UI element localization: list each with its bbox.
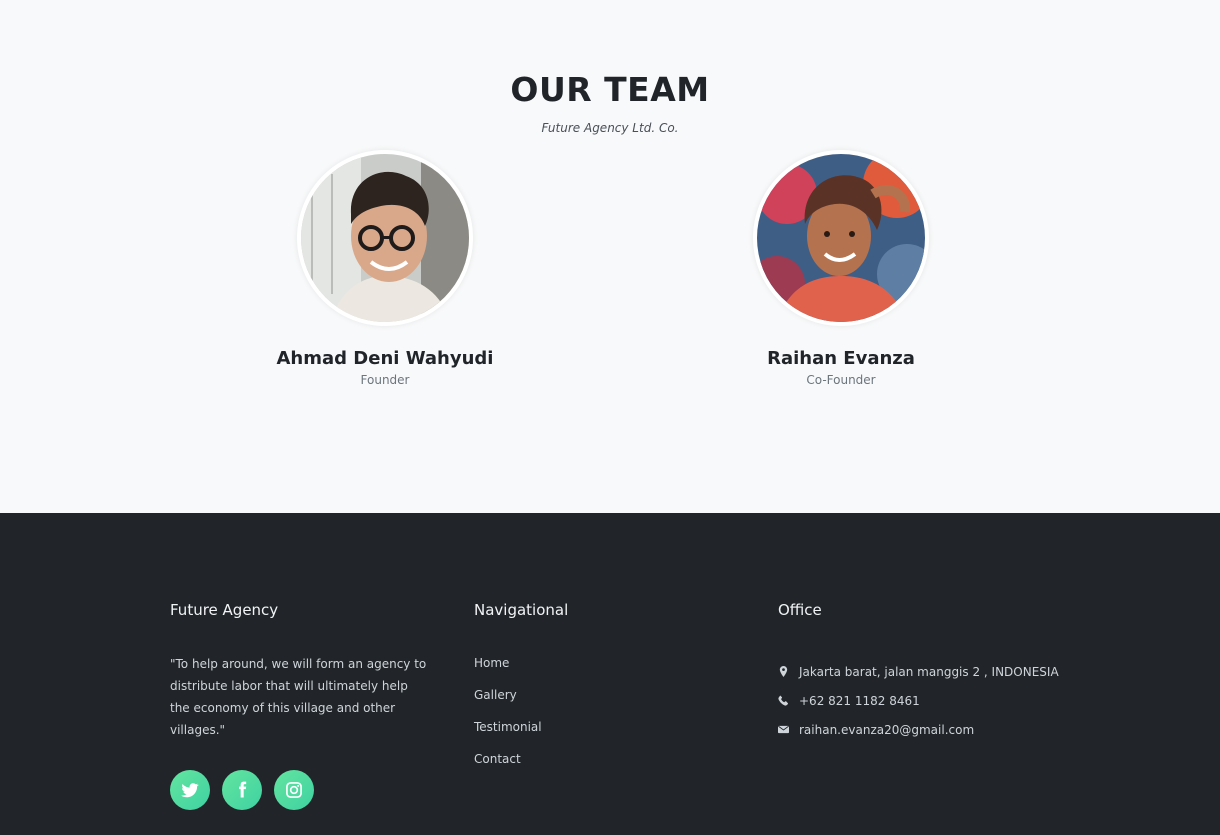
footer-about-column: Future Agency "To help around, we will f… [170,601,460,741]
footer-nav-title: Navigational [474,601,569,619]
office-email: raihan.evanza20@gmail.com [778,712,1108,747]
team-member-card: Ahmad Deni Wahyudi Founder [245,150,525,387]
member-role: Co-Founder [806,373,876,387]
member-photo [753,150,929,326]
phone-icon [778,695,792,706]
member-name: Raihan Evanza [767,348,915,369]
footer-about-title: Future Agency [170,601,279,619]
footer-link-home[interactable]: Home [474,656,764,688]
instagram-button[interactable] [274,770,314,810]
section-subtitle: Future Agency Ltd. Co. [541,121,679,135]
map-marker-icon [778,666,792,677]
office-email-text[interactable]: raihan.evanza20@gmail.com [799,723,974,737]
office-address-text: Jakarta barat, jalan manggis 2 , INDONES… [799,664,1059,679]
footer-office-title: Office [778,601,822,619]
footer-about-text: "To help around, we will form an agency … [170,657,427,737]
office-phone-text: +62 821 1182 8461 [799,693,920,708]
twitter-icon [181,783,199,798]
site-footer: Future Agency "To help around, we will f… [0,513,1220,835]
social-links [170,770,314,810]
office-details: Jakarta barat, jalan manggis 2 , INDONES… [778,654,1108,747]
footer-link-contact[interactable]: Contact [474,752,764,784]
footer-nav-list: Home Gallery Testimonial Contact [474,656,764,784]
facebook-button[interactable] [222,770,262,810]
team-member-card: Raihan Evanza Co-Founder [701,150,981,387]
member-role: Founder [360,373,410,387]
footer-nav-column: Navigational Home Gallery Testimonial Co… [474,601,764,784]
twitter-button[interactable] [170,770,210,810]
footer-link-gallery[interactable]: Gallery [474,688,764,720]
footer-office-column: Office Jakarta barat, jalan manggis 2 , … [778,601,1108,747]
envelope-icon [778,724,792,735]
facebook-icon [239,781,247,798]
member-name: Ahmad Deni Wahyudi [276,348,494,369]
section-title: OUR TEAM [510,70,710,109]
member-photo [297,150,473,326]
team-section: OUR TEAM Future Agency Ltd. Co. Ahmad De… [0,0,1220,513]
instagram-icon [286,782,302,798]
footer-link-testimonial[interactable]: Testimonial [474,720,764,752]
